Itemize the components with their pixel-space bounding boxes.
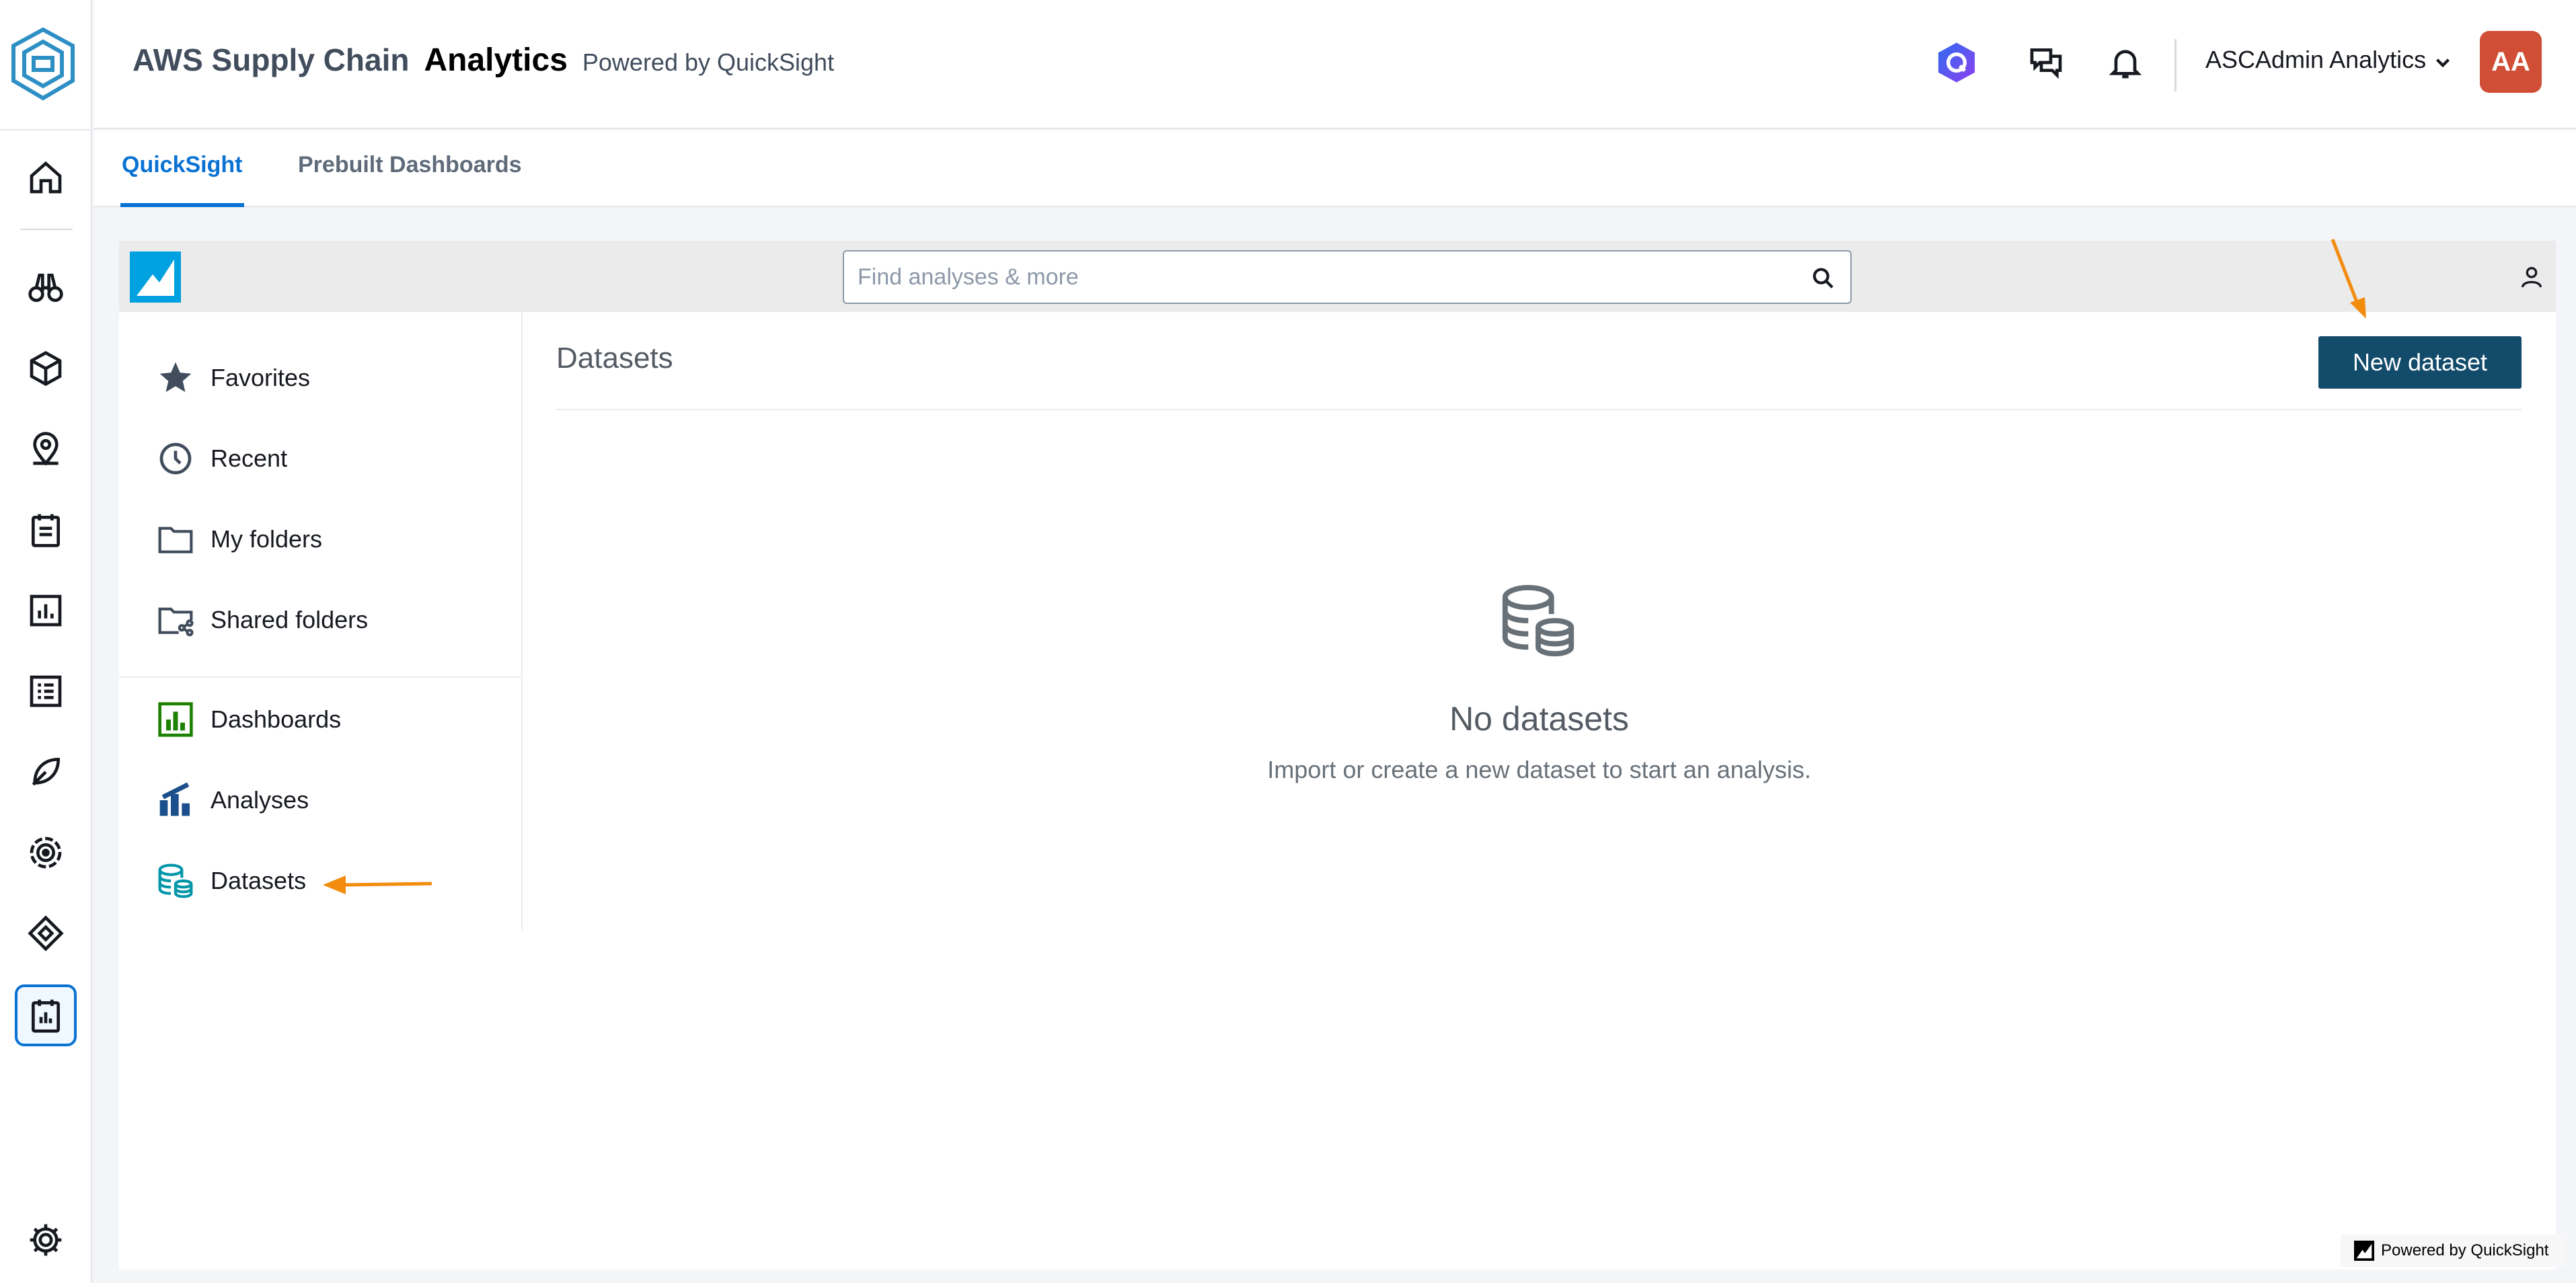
sidebar-item-label: Analyses xyxy=(211,786,309,814)
diamond-icon xyxy=(28,915,64,951)
list-icon xyxy=(30,675,62,707)
home-icon xyxy=(30,161,62,194)
sidebar-item-favorites[interactable]: Favorites xyxy=(157,356,310,399)
clipboard-icon xyxy=(32,514,60,547)
analysis-icon xyxy=(159,782,190,816)
rail-locations[interactable] xyxy=(24,428,67,471)
quicksight-sidebar: Favorites Recent My folders Shared folde… xyxy=(119,312,523,931)
rail-monitoring[interactable] xyxy=(24,831,67,874)
rail-home[interactable] xyxy=(24,156,67,199)
search-icon[interactable] xyxy=(1810,265,1837,292)
quicksight-small-logo-icon xyxy=(2354,1241,2374,1261)
aws-supply-chain-logo-icon[interactable] xyxy=(9,27,77,101)
dashboard-icon xyxy=(158,702,193,737)
chevron-down-icon[interactable] xyxy=(2431,51,2454,74)
active-tab-indicator xyxy=(120,203,244,207)
tab-prebuilt-dashboards[interactable]: Prebuilt Dashboards xyxy=(298,152,522,178)
quicksight-toolbar xyxy=(119,241,2556,312)
folder-icon xyxy=(158,527,193,553)
sidebar-item-recent[interactable]: Recent xyxy=(157,437,287,480)
map-pin-icon xyxy=(33,432,59,466)
title-divider xyxy=(556,409,2522,410)
clock-icon xyxy=(159,442,192,475)
sidebar-item-label: Shared folders xyxy=(211,606,369,633)
sidebar-separator xyxy=(119,676,521,678)
sidebar-item-shared-folders[interactable]: Shared folders xyxy=(157,598,368,642)
gear-icon xyxy=(30,1224,62,1256)
top-header: AWS Supply Chain Analytics Powered by Qu… xyxy=(93,0,2576,129)
powered-by-quicksight-badge: Powered by QuickSight xyxy=(2341,1235,2565,1267)
cube-icon xyxy=(30,350,62,387)
q-assistant-button[interactable] xyxy=(1933,39,1980,86)
header-separator xyxy=(2174,39,2176,91)
sidebar-item-label: Favorites xyxy=(211,364,311,391)
rail-work-orders[interactable] xyxy=(24,508,67,551)
datasets-panel: Datasets New dataset No datasets Import … xyxy=(556,312,2522,1253)
rail-supply-planning[interactable] xyxy=(24,347,67,390)
tab-bar: QuickSight Prebuilt Dashboards xyxy=(93,130,2576,207)
sidebar-item-my-folders[interactable]: My folders xyxy=(157,518,322,561)
rail-separator xyxy=(20,229,73,230)
empty-dataset-icon xyxy=(1502,584,1575,657)
leaf-icon xyxy=(32,757,61,786)
quicksight-frame: Favorites Recent My folders Shared folde… xyxy=(119,241,2556,1270)
rail-settings[interactable] xyxy=(24,1218,67,1261)
brand-analytics: Analytics xyxy=(424,42,568,78)
sidebar-item-label: My folders xyxy=(211,525,323,553)
rail-divider xyxy=(0,129,92,130)
target-icon xyxy=(30,837,62,869)
dataset-icon xyxy=(158,863,193,898)
sidebar-item-label: Recent xyxy=(211,444,288,472)
left-navigation-rail xyxy=(0,0,92,1283)
new-dataset-button[interactable]: New dataset xyxy=(2318,336,2522,389)
brand-powered-by: Powered by QuickSight xyxy=(582,48,835,76)
rail-reports[interactable] xyxy=(24,589,67,632)
powered-by-label: Powered by QuickSight xyxy=(2381,1241,2549,1259)
star-icon xyxy=(159,362,192,392)
app-brand: AWS Supply Chain Analytics Powered by Qu… xyxy=(132,42,834,79)
sidebar-item-datasets[interactable]: Datasets xyxy=(157,859,306,902)
sidebar-item-dashboards[interactable]: Dashboards xyxy=(157,698,341,741)
page-title: Datasets xyxy=(556,342,673,375)
chat-icon xyxy=(2030,48,2062,79)
sidebar-item-analyses[interactable]: Analyses xyxy=(157,779,309,822)
chat-button[interactable] xyxy=(2022,39,2070,86)
calendar-chart-icon xyxy=(32,999,60,1033)
binoculars-icon xyxy=(28,274,63,302)
brand-main: AWS Supply Chain xyxy=(132,42,410,77)
arrow-annotation-icon xyxy=(323,876,432,894)
search-box[interactable] xyxy=(843,250,1852,304)
rail-analytics[interactable] xyxy=(15,984,77,1046)
tab-quicksight[interactable]: QuickSight xyxy=(122,152,242,178)
sidebar-item-label: Datasets xyxy=(211,867,307,894)
empty-state-subtitle: Import or create a new dataset to start … xyxy=(1267,756,1811,783)
bar-chart-icon xyxy=(30,594,62,627)
user-menu-label[interactable]: ASCAdmin Analytics xyxy=(2205,46,2426,74)
shared-folder-icon xyxy=(158,607,194,637)
rail-sustainability[interactable] xyxy=(24,750,67,793)
quicksight-logo-icon[interactable] xyxy=(130,251,181,303)
search-input[interactable] xyxy=(856,251,1784,303)
avatar[interactable]: AA xyxy=(2480,31,2542,93)
user-profile-icon[interactable] xyxy=(2518,264,2545,290)
bell-icon xyxy=(2109,50,2142,79)
rail-integrations[interactable] xyxy=(24,912,67,955)
arrow-annotation-icon xyxy=(2331,239,2366,319)
rail-insights[interactable] xyxy=(24,266,67,309)
sidebar-item-label: Dashboards xyxy=(211,705,342,733)
rail-lists[interactable] xyxy=(24,670,67,713)
empty-state-title: No datasets xyxy=(1449,700,1629,738)
notifications-button[interactable] xyxy=(2102,39,2149,86)
q-assistant-icon xyxy=(1938,42,1975,83)
